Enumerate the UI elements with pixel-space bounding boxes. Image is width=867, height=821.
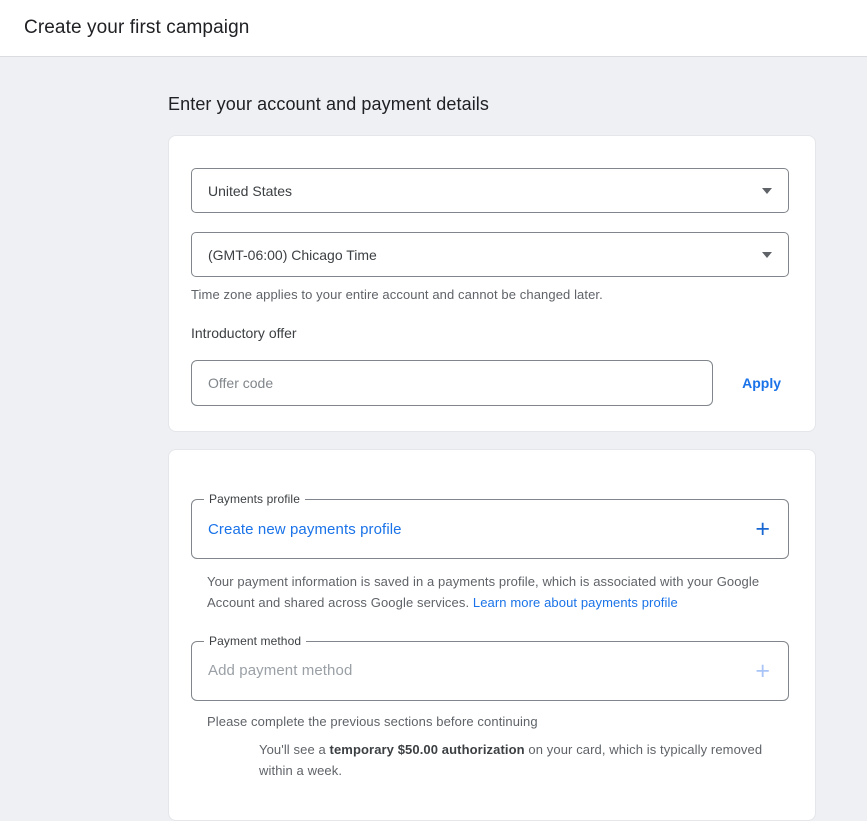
section-heading: Enter your account and payment details (168, 57, 816, 115)
plus-icon[interactable]: + (755, 518, 770, 540)
payment-method-legend: Payment method (204, 634, 306, 648)
payments-profile-field[interactable]: Payments profile Create new payments pro… (191, 499, 789, 559)
complete-sections-note: Please complete the previous sections be… (207, 714, 789, 729)
payments-profile-help: Your payment information is saved in a p… (207, 572, 797, 614)
authorization-note-bold: temporary $50.00 authorization (330, 742, 525, 757)
payment-method-field[interactable]: Payment method Add payment method + (191, 641, 789, 701)
authorization-note-prefix: You'll see a (259, 742, 330, 757)
country-select-value: United States (208, 183, 292, 199)
payment-details-card: Payments profile Create new payments pro… (168, 449, 816, 821)
payments-profile-legend: Payments profile (204, 492, 305, 506)
offer-code-row: Apply (191, 360, 789, 406)
apply-button[interactable]: Apply (734, 369, 789, 397)
chevron-down-icon (762, 252, 772, 258)
timezone-select[interactable]: (GMT-06:00) Chicago Time (191, 232, 789, 277)
offer-code-input[interactable] (191, 360, 713, 406)
payment-method-placeholder: Add payment method (208, 662, 352, 679)
authorization-note: You'll see a temporary $50.00 authorizat… (259, 739, 783, 782)
create-payments-profile-link[interactable]: Create new payments profile (208, 521, 402, 538)
learn-more-link[interactable]: Learn more about payments profile (473, 595, 678, 610)
introductory-offer-label: Introductory offer (191, 325, 789, 341)
timezone-select-value: (GMT-06:00) Chicago Time (208, 247, 377, 263)
timezone-help-text: Time zone applies to your entire account… (191, 287, 789, 302)
account-details-card: United States (GMT-06:00) Chicago Time T… (168, 135, 816, 432)
chevron-down-icon (762, 188, 772, 194)
plus-icon-disabled: + (755, 660, 770, 682)
app-header: Create your first campaign (0, 0, 867, 57)
main-content: Enter your account and payment details U… (168, 57, 816, 821)
page-title: Create your first campaign (24, 17, 249, 39)
country-select[interactable]: United States (191, 168, 789, 213)
